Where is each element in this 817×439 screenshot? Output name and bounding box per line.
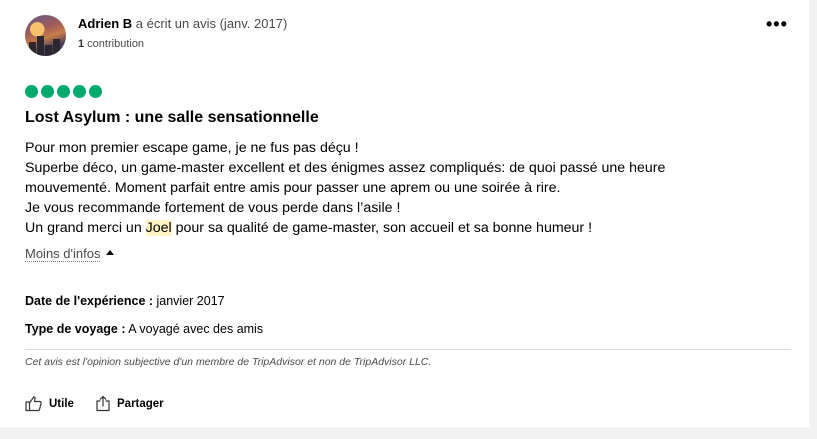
caret-up-icon — [106, 250, 115, 256]
helpful-button[interactable]: Utile — [25, 395, 74, 412]
review-line: mouvementé. Moment parfait entre amis po… — [25, 180, 561, 196]
avatar-building-2 — [37, 36, 44, 56]
helpful-label: Utile — [49, 397, 74, 410]
rating-bubble — [73, 85, 86, 98]
rating-bubble — [57, 85, 70, 98]
divider — [25, 349, 791, 350]
author-action: a écrit un avis (janv. 2017) — [132, 16, 288, 31]
share-button[interactable]: Partager — [95, 395, 164, 412]
rating-bubble — [25, 85, 38, 98]
avatar-building-1 — [29, 42, 36, 56]
rating-bubbles — [25, 85, 102, 98]
contribution-count: 1 contribution — [78, 38, 144, 50]
experience-date-label: Date de l'expérience : — [25, 294, 154, 308]
review-title[interactable]: Lost Asylum : une salle sensationnelle — [25, 109, 319, 127]
more-options-button[interactable]: ••• — [766, 14, 788, 35]
review-line-text: pour sa qualité de game-master, son accu… — [171, 220, 593, 236]
review-body: Pour mon premier escape game, je ne fus … — [25, 138, 795, 238]
share-label: Partager — [117, 397, 164, 410]
avatar[interactable] — [25, 15, 66, 56]
trip-type-label: Type de voyage : — [25, 322, 126, 336]
rating-bubble — [41, 85, 54, 98]
highlighted-name: Joel — [145, 220, 172, 236]
author-line: Adrien B a écrit un avis (janv. 2017) — [78, 16, 287, 31]
contribution-label: contribution — [84, 38, 145, 50]
share-icon — [95, 395, 111, 412]
experience-date: Date de l'expérience : janvier 2017 — [25, 294, 225, 308]
thumbs-up-icon — [25, 395, 43, 412]
trip-type: Type de voyage : A voyagé avec des amis — [25, 322, 263, 336]
review-line: Pour mon premier escape game, je ne fus … — [25, 140, 359, 156]
review-line-text: Un grand merci un — [25, 220, 146, 236]
less-info-label: Moins d'infos — [25, 246, 101, 262]
review-line: Je vous recommande fortement de vous per… — [25, 200, 401, 216]
review-line: Superbe déco, un game-master excellent e… — [25, 160, 666, 176]
rating-bubble — [89, 85, 102, 98]
avatar-building-4 — [53, 39, 60, 56]
less-info-toggle[interactable]: Moins d'infos — [25, 246, 115, 262]
author-name[interactable]: Adrien B — [78, 16, 132, 31]
experience-date-value: janvier 2017 — [153, 294, 225, 308]
trip-type-value: A voyagé avec des amis — [125, 322, 264, 336]
avatar-building-3 — [45, 45, 52, 56]
review-card: Adrien B a écrit un avis (janv. 2017) 1 … — [0, 0, 809, 427]
review-line: Un grand merci un Joel pour sa qualité d… — [25, 218, 795, 238]
disclaimer: Cet avis est l'opinion subjective d'un m… — [25, 356, 432, 368]
